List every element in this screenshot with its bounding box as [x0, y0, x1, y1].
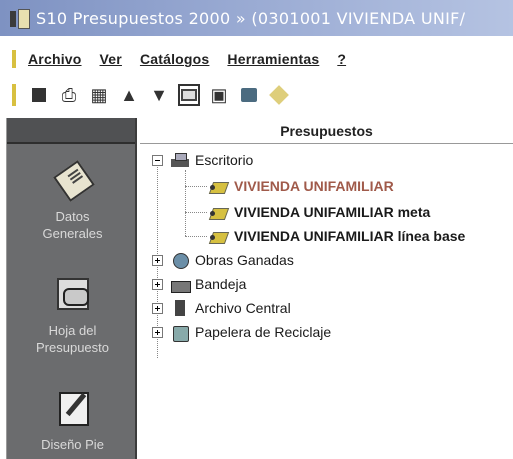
tree-node-escritorio[interactable]: Escritorio — [152, 150, 253, 170]
sidebar-item-label: Presupuesto — [36, 340, 109, 355]
view-icon[interactable] — [178, 84, 200, 106]
expand-icon[interactable] — [152, 302, 163, 314]
expand-icon[interactable] — [152, 278, 163, 290]
tree-node-vivienda-linea-base[interactable]: VIVIENDA UNIFAMILIAR línea base — [208, 226, 465, 246]
sidebar-header — [7, 118, 135, 144]
window-title: S10 Presupuestos 2000 » (0301001 VIVIEND… — [36, 8, 466, 28]
sidebar: Datos Generales Hoja del Presupuesto Dis… — [6, 118, 137, 459]
save-icon[interactable] — [28, 84, 50, 106]
tray-icon — [169, 275, 191, 293]
pencil-icon — [53, 388, 93, 428]
up-arrow-icon[interactable]: ▲ — [118, 84, 140, 106]
tag-icon[interactable] — [268, 84, 290, 106]
tree-node-label: Archivo Central — [195, 300, 291, 316]
tree-line — [185, 236, 207, 237]
menu-catalogos[interactable]: Catálogos — [140, 51, 209, 67]
tree-node-label: Obras Ganadas — [195, 252, 294, 268]
tree-node-vivienda-unifamiliar[interactable]: VIVIENDA UNIFAMILIAR — [208, 176, 394, 196]
collapse-icon[interactable] — [152, 154, 163, 166]
budget-icon — [208, 177, 230, 195]
sidebar-item-hoja-presupuesto[interactable]: Hoja del Presupuesto — [7, 274, 135, 356]
pane-header: Presupuestos — [140, 118, 513, 144]
tree-node-bandeja[interactable]: Bandeja — [152, 274, 246, 294]
sidebar-item-label: Hoja del — [48, 323, 97, 338]
app-icon[interactable] — [8, 7, 30, 29]
sidebar-item-label: Generales — [42, 226, 103, 241]
tree-node-label: VIVIENDA UNIFAMILIAR línea base — [234, 228, 466, 244]
menu-herramientas[interactable]: Herramientas — [227, 51, 319, 67]
budget-icon — [208, 203, 230, 221]
print-preview-icon[interactable]: ▦ — [88, 84, 110, 106]
menu-bar: Archivo Ver Catálogos Herramientas ? — [0, 46, 513, 72]
tree-node-label: Papelera de Reciclaje — [195, 324, 332, 340]
menu-ver[interactable]: Ver — [100, 51, 122, 67]
sidebar-item-diseno-pie[interactable]: Diseño Pie — [7, 388, 135, 453]
tree-node-archivo-central[interactable]: Archivo Central — [152, 298, 291, 318]
tree-node-papelera[interactable]: Papelera de Reciclaje — [152, 322, 331, 342]
menu-help[interactable]: ? — [337, 51, 346, 67]
menu-archivo[interactable]: Archivo — [28, 51, 82, 67]
expand-icon[interactable] — [152, 254, 163, 266]
tree-pane: Presupuestos Escritorio VIVIENDA UNIFAMI… — [140, 118, 513, 459]
down-arrow-icon[interactable]: ▼ — [148, 84, 170, 106]
tree-node-vivienda-meta[interactable]: VIVIENDA UNIFAMILIAR meta — [208, 202, 430, 222]
calculator-icon[interactable] — [238, 84, 260, 106]
tree-node-label: Bandeja — [195, 276, 247, 292]
desk-icon — [169, 151, 191, 169]
sidebar-item-label: Diseño Pie — [41, 437, 104, 452]
print-icon[interactable]: ⎙ — [58, 84, 80, 106]
budget-icon — [208, 227, 230, 245]
expand-icon[interactable] — [152, 326, 163, 338]
tree-line — [185, 186, 207, 187]
globe-icon — [169, 251, 191, 269]
title-bar: S10 Presupuestos 2000 » (0301001 VIVIEND… — [0, 0, 513, 36]
sidebar-item-label: Datos — [55, 209, 90, 224]
tile-icon[interactable]: ▣ — [208, 84, 230, 106]
toolbar-grip[interactable] — [12, 84, 16, 106]
tree-line — [185, 170, 186, 236]
notepad-icon — [53, 160, 93, 200]
hand-sheet-icon — [53, 274, 93, 314]
tree-node-obras-ganadas[interactable]: Obras Ganadas — [152, 250, 294, 270]
tree-node-label: VIVIENDA UNIFAMILIAR — [234, 178, 394, 194]
recycle-bin-icon — [169, 323, 191, 342]
tree-node-label: VIVIENDA UNIFAMILIAR meta — [234, 204, 431, 220]
menubar-grip[interactable] — [12, 50, 16, 68]
tree-node-label: Escritorio — [195, 152, 254, 168]
cabinet-icon — [169, 299, 191, 317]
toolbar: ⎙ ▦ ▲ ▼ ▣ — [0, 80, 513, 110]
sidebar-item-datos-generales[interactable]: Datos Generales — [7, 160, 135, 242]
tree-line — [185, 212, 207, 213]
